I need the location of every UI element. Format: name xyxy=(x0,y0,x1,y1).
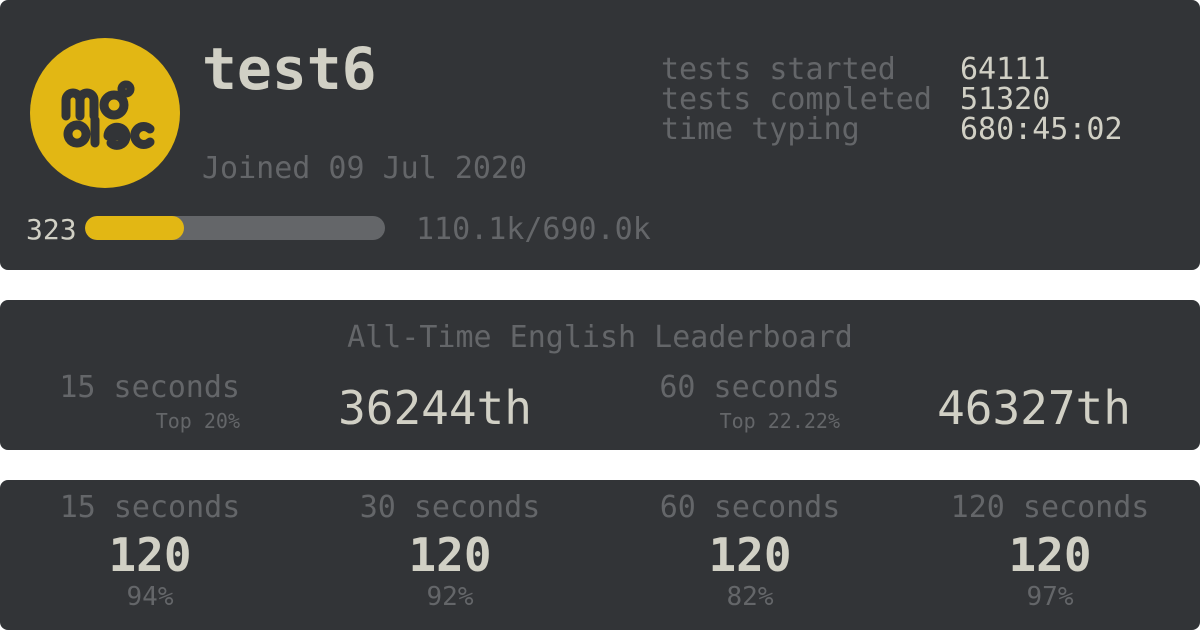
level-badge: 323 xyxy=(26,213,77,246)
pb-30s-acc: 92% xyxy=(426,582,474,612)
leaderboard-15s-rank: 36244th xyxy=(338,381,532,435)
xp-progress-fill xyxy=(85,216,184,240)
pb-15s-wpm: 120 xyxy=(108,528,192,582)
pb-120s-label: 120 seconds xyxy=(950,490,1150,525)
xp-progress-bar xyxy=(85,216,385,240)
avatar xyxy=(30,38,180,188)
leaderboard-15s-label: 15 seconds xyxy=(59,370,240,405)
pb-60s-wpm: 120 xyxy=(708,528,792,582)
pb-30s-wpm: 120 xyxy=(408,528,492,582)
time-typing-label: time typing xyxy=(661,112,860,147)
pb-120s-acc: 97% xyxy=(1026,582,1074,612)
leaderboard-60s-label: 60 seconds xyxy=(659,370,840,405)
xp-text: 110.1k/690.0k xyxy=(416,212,651,247)
pb-120s: 120 seconds 120 97% xyxy=(900,488,1200,612)
pb-120s-wpm: 120 xyxy=(1008,528,1092,582)
tests-completed-label: tests completed xyxy=(661,82,932,117)
stat-values: 64111 51320 680:45:02 xyxy=(960,55,1123,145)
pb-60s: 60 seconds 120 82% xyxy=(600,488,900,612)
time-typing-value: 680:45:02 xyxy=(960,112,1123,147)
tests-started-label: tests started xyxy=(661,52,896,87)
username: test6 xyxy=(202,35,377,103)
pb-15s: 15 seconds 120 94% xyxy=(0,488,300,612)
pb-15s-acc: 94% xyxy=(126,582,174,612)
tests-started-value: 64111 xyxy=(960,52,1051,87)
monkeytype-logo-icon xyxy=(61,80,155,150)
tests-completed-value: 51320 xyxy=(960,82,1051,117)
pb-60s-label: 60 seconds xyxy=(659,490,841,525)
leaderboard-title: All-Time English Leaderboard xyxy=(347,320,853,355)
pb-15s-label: 15 seconds xyxy=(59,490,241,525)
pb-30s-label: 30 seconds xyxy=(359,490,541,525)
leaderboard-60s-rank: 46327th xyxy=(937,381,1131,435)
leaderboard-15s-top: Top 20% xyxy=(155,409,240,433)
joined-date: Joined 09 Jul 2020 xyxy=(202,151,528,186)
pb-30s: 30 seconds 120 92% xyxy=(300,488,600,612)
stat-labels: tests started tests completed time typin… xyxy=(661,55,932,145)
leaderboard-60s-top: Top 22.22% xyxy=(719,409,840,433)
pb-60s-acc: 82% xyxy=(726,582,774,612)
